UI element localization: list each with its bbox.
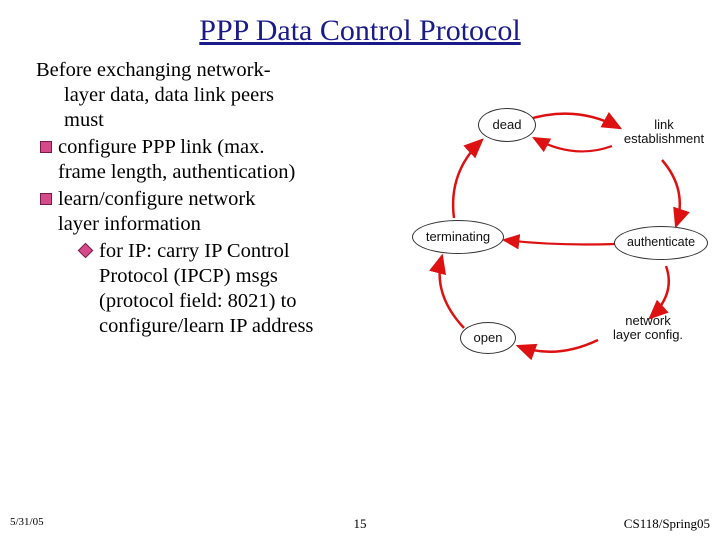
label-line: establishment — [616, 132, 712, 146]
content-area: Before exchanging network- layer data, d… — [0, 58, 720, 388]
node-label: open — [474, 331, 503, 345]
node-label: authenticate — [627, 236, 695, 250]
state-dead: dead — [478, 108, 536, 142]
label-line: link — [616, 118, 712, 132]
footer-page-number: 15 — [354, 516, 367, 532]
bullet-line: configure PPP link (max. — [58, 135, 392, 160]
bullet-line: frame length, authentication) — [58, 160, 392, 185]
label-line: layer config. — [598, 328, 698, 342]
state-terminating: terminating — [412, 220, 504, 254]
bullet-line: learn/configure network — [58, 187, 392, 212]
bullet-item: learn/configure network layer informatio… — [40, 187, 392, 339]
state-network-layer-config: network layer config. — [598, 314, 698, 343]
slide-title: PPP Data Control Protocol — [0, 0, 720, 58]
state-open: open — [460, 322, 516, 354]
sub-line: (protocol field: 8021) to — [99, 289, 313, 314]
state-authenticate: authenticate — [614, 226, 708, 260]
intro-line: must — [36, 108, 392, 133]
sub-line: configure/learn IP address — [99, 314, 313, 339]
slide-footer: 5/31/05 15 CS118/Spring05 — [0, 516, 720, 532]
square-bullet-icon — [40, 141, 52, 153]
bullet-line: layer information — [58, 212, 392, 237]
diamond-bullet-icon — [78, 243, 94, 259]
sub-bullet-text: for IP: carry IP Control Protocol (IPCP)… — [99, 239, 313, 339]
footer-course: CS118/Spring05 — [624, 516, 710, 532]
label-line: network — [598, 314, 698, 328]
intro-text: Before exchanging network- layer data, d… — [36, 58, 392, 133]
bullet-text: learn/configure network layer informatio… — [58, 187, 392, 339]
bullet-item: configure PPP link (max. frame length, a… — [40, 135, 392, 185]
intro-line: layer data, data link peers — [36, 83, 392, 108]
sub-line: for IP: carry IP Control — [99, 239, 313, 264]
node-label: terminating — [426, 230, 490, 244]
footer-date: 5/31/05 — [10, 516, 44, 532]
state-diagram: dead terminating authenticate open link … — [406, 98, 702, 388]
node-label: dead — [493, 118, 522, 132]
state-link-establishment: link establishment — [616, 118, 712, 147]
square-bullet-icon — [40, 193, 52, 205]
sub-line: Protocol (IPCP) msgs — [99, 264, 313, 289]
text-column: Before exchanging network- layer data, d… — [36, 58, 392, 388]
intro-line: Before exchanging network- — [36, 58, 392, 83]
bullet-text: configure PPP link (max. frame length, a… — [58, 135, 392, 185]
sub-bullet-item: for IP: carry IP Control Protocol (IPCP)… — [80, 239, 392, 339]
